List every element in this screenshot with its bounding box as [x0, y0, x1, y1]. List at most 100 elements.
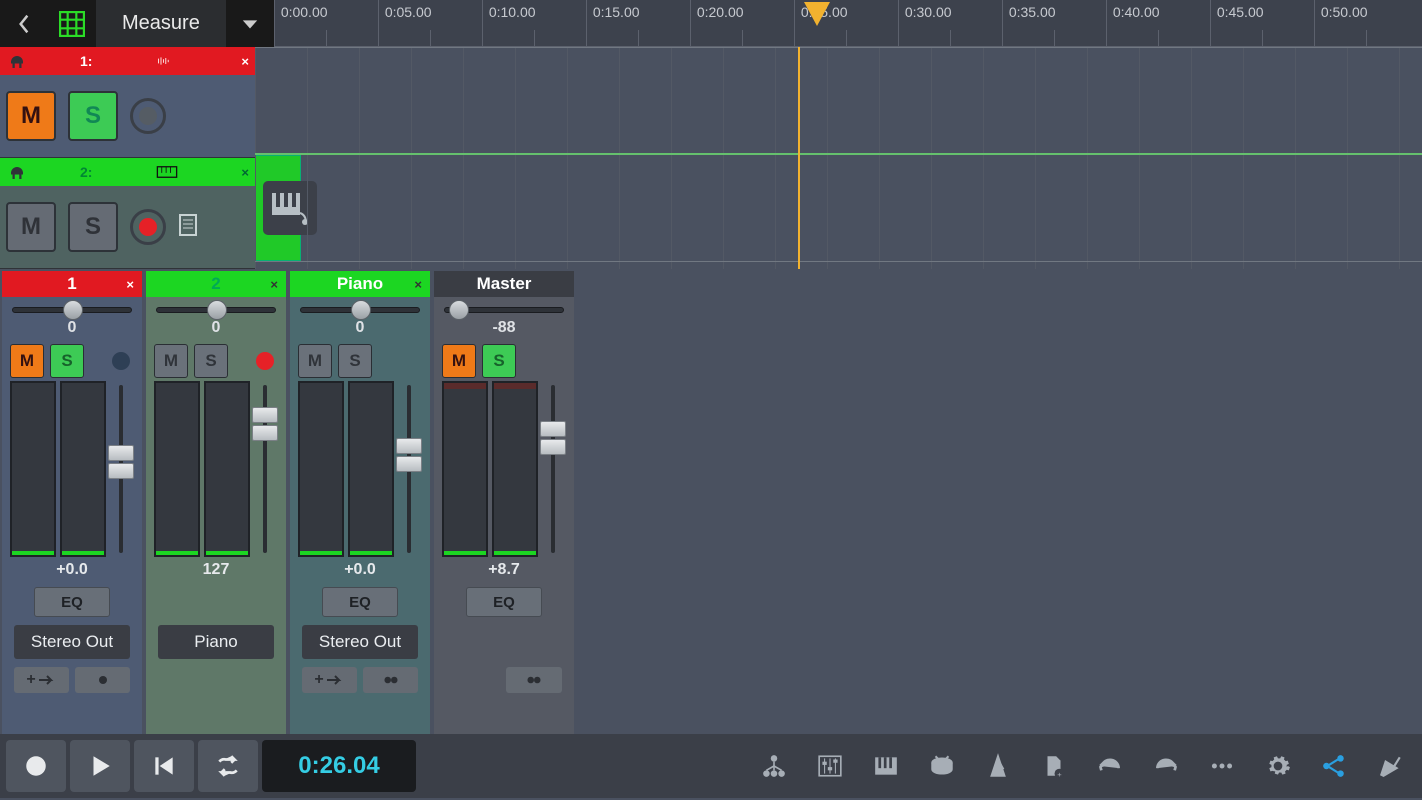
track-2-header[interactable]: 2: × [0, 158, 255, 186]
tree-icon [761, 753, 787, 779]
back-icon [16, 14, 32, 34]
record-button[interactable] [6, 740, 66, 792]
fader-value: +0.0 [2, 557, 142, 583]
pan-control[interactable]: 0 [2, 297, 142, 341]
strip-header[interactable]: 1× [2, 271, 142, 297]
tree-tool[interactable] [748, 753, 800, 779]
redo-icon [1153, 753, 1179, 779]
track-2-notes-button[interactable] [178, 213, 198, 242]
more-tool[interactable] [1196, 753, 1248, 779]
record-indicator[interactable] [256, 352, 274, 370]
mute-button[interactable]: M [442, 344, 476, 378]
pan-value: 0 [356, 319, 365, 337]
record-indicator[interactable] [112, 352, 130, 370]
close-icon[interactable]: × [126, 277, 134, 292]
link-button[interactable] [363, 667, 418, 693]
close-icon[interactable]: × [414, 277, 422, 292]
strip-header[interactable]: 2× [146, 271, 286, 297]
waveform-icon [155, 54, 179, 68]
solo-button[interactable]: S [50, 344, 84, 378]
grid-button[interactable] [48, 0, 96, 47]
settings-tool[interactable] [1252, 753, 1304, 779]
track-1-header[interactable]: 1: × [0, 47, 255, 75]
mute-button[interactable]: M [10, 344, 44, 378]
pan-control[interactable]: 0 [146, 297, 286, 341]
output-button[interactable]: Stereo Out [14, 625, 130, 659]
close-icon[interactable]: × [241, 165, 249, 180]
strip-label: Piano [337, 274, 383, 294]
loop-button[interactable] [198, 740, 258, 792]
strip-header[interactable]: Master [434, 271, 574, 297]
pan-control[interactable]: 0 [290, 297, 430, 341]
mute-button[interactable]: M [154, 344, 188, 378]
track-1[interactable]: 1: × M S [0, 47, 255, 158]
time-display[interactable]: 0:26.04 [262, 740, 416, 792]
file-icon: + [1041, 753, 1067, 779]
link-button[interactable] [506, 667, 562, 693]
time-ruler[interactable]: 0:00.000:05.000:10.000:15.000:20.000:25.… [274, 0, 1422, 47]
eq-button[interactable]: EQ [466, 587, 542, 617]
back-button[interactable] [0, 0, 48, 47]
mixer-tool[interactable] [804, 753, 856, 779]
fader[interactable] [2, 381, 142, 557]
eq-button[interactable]: EQ [34, 587, 110, 617]
playhead-line[interactable] [798, 47, 800, 269]
gear-icon [1265, 753, 1291, 779]
pan-value: -88 [492, 319, 515, 337]
notes-icon [178, 213, 198, 237]
close-icon[interactable]: × [241, 54, 249, 69]
pan-value: 0 [212, 319, 221, 337]
automation-button[interactable] [75, 667, 130, 693]
drum-tool[interactable] [916, 753, 968, 779]
solo-button[interactable]: S [194, 344, 228, 378]
metronome-icon [985, 753, 1011, 779]
timeline-mode[interactable]: Measure [96, 0, 226, 47]
arrange-area[interactable] [255, 47, 1422, 269]
rewind-icon [151, 753, 177, 779]
strip-header[interactable]: Piano × [290, 271, 430, 297]
grid-icon [59, 11, 85, 37]
metronome-tool[interactable] [972, 753, 1024, 779]
output-button[interactable]: Stereo Out [302, 625, 418, 659]
transport-bar: 0:26.04 + [0, 734, 1422, 798]
level-meter [10, 381, 56, 557]
file-tool[interactable]: + [1028, 753, 1080, 779]
share-icon [1321, 753, 1347, 779]
fader[interactable] [434, 381, 574, 557]
fader[interactable] [146, 381, 286, 557]
solo-button[interactable]: S [482, 344, 516, 378]
midi-clip-button[interactable] [263, 181, 317, 235]
pan-control[interactable]: -88 [434, 297, 574, 341]
close-icon[interactable]: × [270, 277, 278, 292]
track-2[interactable]: 2: × M S [0, 158, 255, 269]
mixer-icon [817, 753, 843, 779]
piano-note-icon [270, 191, 310, 225]
output-button[interactable]: Piano [158, 625, 274, 659]
svg-text:+: + [1057, 770, 1062, 779]
insert-add-button[interactable]: + [14, 667, 69, 693]
piano-tool[interactable] [860, 753, 912, 779]
rewind-button[interactable] [134, 740, 194, 792]
level-meter [204, 381, 250, 557]
timeline-mode-dropdown[interactable] [226, 0, 274, 47]
redo-tool[interactable] [1140, 753, 1192, 779]
track-1-solo-button[interactable]: S [68, 91, 118, 141]
track-2-number: 2: [80, 164, 92, 180]
track-2-solo-button[interactable]: S [68, 202, 118, 252]
track-1-mute-button[interactable]: M [6, 91, 56, 141]
top-bar: Measure 0:00.000:05.000:10.000:15.000:20… [0, 0, 1422, 47]
insert-add-button[interactable]: + [302, 667, 357, 693]
track-1-record-arm[interactable] [130, 98, 166, 134]
track-2-record-arm[interactable] [130, 209, 166, 245]
track-1-number: 1: [80, 53, 92, 69]
eq-button[interactable]: EQ [322, 587, 398, 617]
solo-button[interactable]: S [338, 344, 372, 378]
play-button[interactable] [70, 740, 130, 792]
share-tool[interactable] [1308, 753, 1360, 779]
track-2-mute-button[interactable]: M [6, 202, 56, 252]
undo-tool[interactable] [1084, 753, 1136, 779]
mixer-strip-1: 1×0MS +0.0 EQ Stereo Out + [2, 271, 142, 734]
pen-tool[interactable] [1364, 753, 1416, 779]
fader[interactable] [290, 381, 430, 557]
mute-button[interactable]: M [298, 344, 332, 378]
